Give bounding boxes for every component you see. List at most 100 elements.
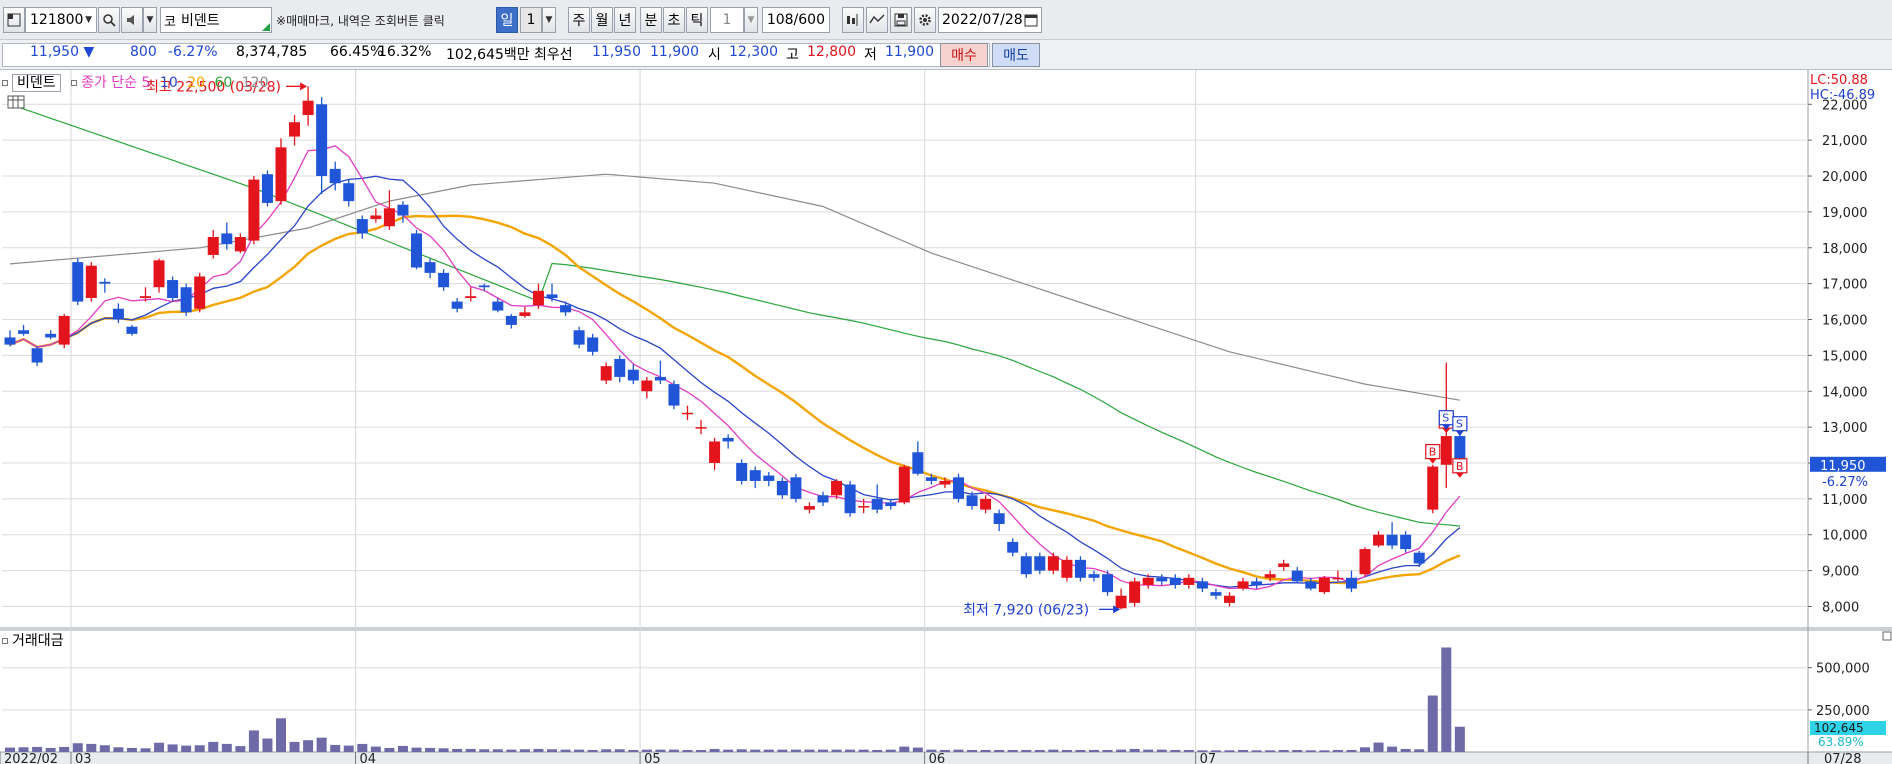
volume-bar bbox=[99, 745, 110, 752]
volume-bar bbox=[1156, 749, 1167, 752]
period-month-tab[interactable]: 월 bbox=[591, 7, 613, 33]
chevron-down-icon[interactable]: ▼ bbox=[85, 15, 92, 25]
calendar-icon[interactable] bbox=[1024, 13, 1038, 27]
candle-up bbox=[140, 296, 151, 298]
volume-legend-label[interactable]: 거래대금 bbox=[12, 633, 64, 649]
trend-line-icon[interactable] bbox=[866, 7, 888, 33]
market-badge: 코 bbox=[164, 14, 176, 30]
save-icon[interactable] bbox=[890, 7, 912, 33]
candle-down bbox=[925, 477, 937, 481]
count-field[interactable]: 108/600 bbox=[762, 7, 830, 33]
interval-field[interactable]: 1 bbox=[710, 7, 744, 33]
period-tick-tab[interactable]: 틱 bbox=[686, 7, 708, 33]
candle-style-icon[interactable] bbox=[842, 7, 864, 33]
candle-down bbox=[993, 513, 1005, 524]
volume-bar bbox=[885, 749, 896, 752]
period-value-field[interactable]: 1 bbox=[520, 7, 542, 33]
candle-down bbox=[654, 376, 666, 381]
legend-ma20[interactable]: 20 bbox=[187, 75, 205, 91]
period-value-dropdown[interactable]: ▼ bbox=[542, 7, 556, 33]
period-second-tab[interactable]: 초 bbox=[663, 7, 685, 33]
volume-bar bbox=[343, 745, 354, 752]
candle-down bbox=[1088, 574, 1100, 578]
candle-down bbox=[1034, 556, 1046, 571]
volume-bar bbox=[967, 749, 978, 752]
legend-ma-label[interactable]: 종가 단순 bbox=[81, 75, 137, 91]
volume-tick-label: 250,000 bbox=[1816, 704, 1870, 719]
candle-down bbox=[99, 281, 111, 284]
volume-bar bbox=[614, 749, 625, 752]
speaker-dropdown-icon[interactable]: ▼ bbox=[143, 7, 157, 33]
volume-bar bbox=[1061, 749, 1072, 752]
volume-bar bbox=[289, 741, 300, 752]
candle-down bbox=[31, 348, 43, 363]
marker-label: S bbox=[1442, 412, 1449, 425]
volume-bar bbox=[465, 748, 476, 752]
period-week-tab[interactable]: 주 bbox=[568, 7, 590, 33]
speaker-icon[interactable] bbox=[121, 7, 143, 33]
volume-bar bbox=[1089, 749, 1099, 752]
volume-bar bbox=[425, 747, 436, 752]
period-year-tab[interactable]: 년 bbox=[614, 7, 636, 33]
legend-ma10[interactable]: 10 bbox=[160, 75, 178, 91]
gear-icon[interactable] bbox=[914, 7, 936, 33]
candle-up bbox=[207, 237, 219, 255]
interval-dropdown[interactable]: ▼ bbox=[744, 7, 758, 33]
marker-label: B bbox=[1456, 460, 1464, 473]
stock-chart[interactable]: 22,00021,00020,00019,00018,00017,00016,0… bbox=[0, 70, 1892, 764]
candle-up bbox=[1440, 436, 1452, 465]
candle-up bbox=[1061, 559, 1073, 578]
volume-bar bbox=[1346, 749, 1357, 752]
stock-code-input[interactable]: 121800 ▼ bbox=[25, 7, 97, 33]
period-day-tab[interactable]: 일 bbox=[496, 7, 518, 33]
buy-button[interactable]: 매수 bbox=[940, 43, 988, 67]
candle-down bbox=[1413, 552, 1425, 564]
date-label: 07/28 bbox=[1824, 752, 1861, 764]
candle-up bbox=[289, 122, 301, 137]
volume-bar bbox=[276, 718, 286, 752]
ratio-2: 16.32% bbox=[378, 44, 432, 60]
candle-up bbox=[858, 506, 870, 508]
volume-bar bbox=[1102, 749, 1113, 752]
candle-down bbox=[478, 285, 490, 288]
volume-bar bbox=[86, 743, 97, 752]
candle-down bbox=[167, 280, 179, 298]
volume-bar bbox=[384, 747, 395, 752]
volume-bar bbox=[221, 743, 232, 752]
quote-bar: 11,950 ▼ 800 -6.27% 8,374,785 66.45% 16.… bbox=[0, 40, 1892, 70]
candle-down bbox=[1020, 556, 1032, 575]
legend-ma5[interactable]: 5 bbox=[142, 75, 151, 91]
legend-ma60[interactable]: 60 bbox=[214, 75, 232, 91]
volume-bar bbox=[140, 748, 151, 752]
stock-name-field[interactable]: 코 비덴트 bbox=[160, 7, 272, 33]
candle-down bbox=[627, 369, 639, 381]
volume-bar bbox=[574, 749, 585, 752]
candle-down bbox=[18, 330, 30, 334]
candle-down bbox=[844, 484, 856, 514]
legend-ma120[interactable]: 120 bbox=[242, 75, 269, 91]
volume-bar bbox=[994, 749, 1005, 752]
volume-bar bbox=[303, 740, 314, 752]
marker-label: S bbox=[1456, 418, 1463, 431]
volume-bar bbox=[1332, 749, 1343, 752]
legend-stock-name[interactable]: 비덴트 bbox=[12, 74, 61, 92]
date-input[interactable]: 2022/07/28 bbox=[938, 7, 1042, 33]
candle-up bbox=[519, 312, 531, 316]
period-minute-tab[interactable]: 분 bbox=[640, 7, 662, 33]
sell-button[interactable]: 매도 bbox=[992, 43, 1040, 67]
volume-bar bbox=[777, 749, 788, 752]
price-tick-label: 17,000 bbox=[1822, 278, 1868, 293]
volume-bar bbox=[655, 749, 666, 752]
volume-bar bbox=[506, 749, 517, 752]
date-label: 03 bbox=[75, 752, 92, 764]
search-icon[interactable] bbox=[98, 7, 120, 33]
volume-bar bbox=[1210, 750, 1221, 752]
volume-bar bbox=[1007, 749, 1018, 752]
candle-down bbox=[451, 301, 463, 309]
volume-bar bbox=[59, 746, 70, 752]
window-menu-icon[interactable] bbox=[3, 7, 25, 33]
volume-bar bbox=[533, 748, 544, 752]
volume-bar bbox=[167, 744, 178, 752]
volume-bar bbox=[1400, 748, 1411, 752]
volume-bar bbox=[1143, 749, 1154, 752]
